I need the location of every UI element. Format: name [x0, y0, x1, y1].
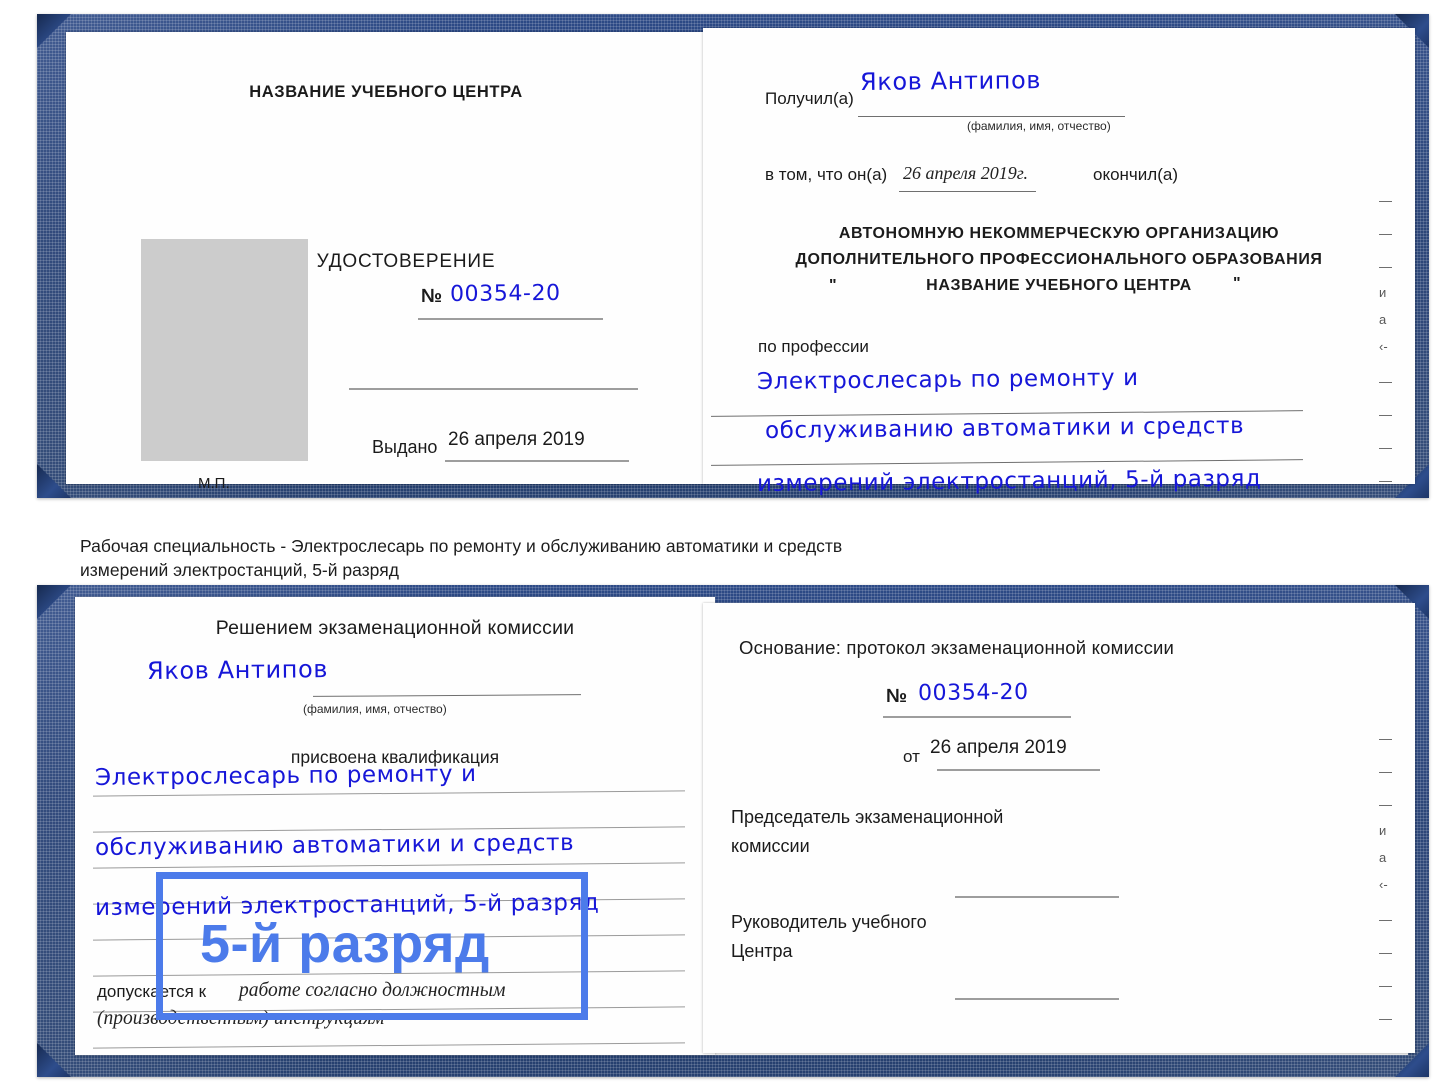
ruled-line	[93, 862, 685, 869]
commission-heading: Решением экзаменационной комиссии	[215, 617, 575, 639]
ruled-line	[93, 790, 685, 797]
certificate-top: НАЗВАНИЕ УЧЕБНОГО ЦЕНТРА УДОСТОВЕРЕНИЕ №…	[37, 14, 1429, 498]
in-that-label-top: в том, что он(а)	[765, 165, 888, 184]
margin-fragment: и	[1379, 285, 1387, 300]
chairman-signature-rule	[955, 896, 1119, 898]
fio-hint-bottom: (фамилия, имя, отчество)	[303, 702, 447, 716]
margin-fragment: ‹-	[1379, 877, 1388, 892]
head-signature-rule	[955, 998, 1119, 1000]
issued-value-top: 26 апреля 2019	[448, 429, 585, 450]
profession-line3-top: измерений электростанций, 5-й разряд	[756, 465, 1262, 497]
protocol-number-rule	[883, 716, 1071, 718]
margin-fragment: —	[1379, 407, 1392, 422]
profession-line2-top: обслуживанию автоматики и средств	[764, 412, 1245, 444]
margin-fragment: —	[1379, 259, 1392, 274]
profession-label-top: по профессии	[758, 337, 869, 356]
org-line2-top: ДОПОЛНИТЕЛЬНОГО ПРОФЕССИОНАЛЬНОГО ОБРАЗО…	[795, 251, 1323, 268]
margin-fragment: —	[1379, 978, 1392, 993]
margin-fragment: —	[1379, 226, 1392, 241]
stamp-label-top: М.П.	[198, 475, 230, 492]
protocol-date-prefix: от	[903, 747, 920, 766]
profession-line1-top: Электрослесарь по ремонту и	[756, 365, 1139, 395]
ruled-line	[93, 1042, 685, 1049]
margin-fragment: —	[1379, 374, 1392, 389]
qualification-line1: Электрослесарь по ремонту и	[94, 761, 477, 791]
margin-fragment: а	[1379, 850, 1387, 865]
margin-fragment: —	[1379, 440, 1392, 455]
finished-label-top: окончил(а)	[1093, 165, 1178, 184]
highlight-label: 5-й разряд	[200, 914, 490, 974]
org-line1-top: АВТОНОМНУЮ НЕКОММЕРЧЕСКУЮ ОРГАНИЗАЦИЮ	[838, 225, 1280, 242]
org-quote-close-top: "	[1233, 275, 1242, 292]
received-label-top: Получил(а)	[765, 89, 854, 108]
margin-fragment: и	[1379, 823, 1387, 838]
blank-rule-top	[349, 388, 638, 390]
issued-rule-top	[445, 460, 629, 462]
margin-fragment: ‹-	[1379, 339, 1388, 354]
qualification-line2: обслуживанию автоматики и средств	[94, 829, 575, 861]
photo-placeholder	[141, 239, 308, 461]
holder-name-rule-bottom	[312, 694, 582, 697]
number-rule-top	[418, 318, 603, 320]
head-line-1: Руководитель учебного	[731, 912, 927, 932]
margin-fragment: а	[1379, 312, 1387, 327]
protocol-number-prefix: №	[886, 686, 908, 707]
margin-fragment: —	[1379, 1011, 1392, 1026]
margin-fragment: —	[1379, 473, 1392, 488]
chairman-line-2: комиссии	[731, 836, 810, 856]
basis-label: Основание: протокол экзаменационной коми…	[739, 637, 1175, 658]
protocol-date-rule	[937, 769, 1100, 771]
received-value-top: Яков Антипов	[859, 66, 1042, 96]
fio-hint-top: (фамилия, имя, отчество)	[967, 119, 1111, 133]
number-prefix-top: №	[421, 286, 443, 307]
protocol-date-value: 26 апреля 2019	[930, 737, 1067, 758]
holder-name-bottom: Яков Антипов	[146, 655, 329, 685]
org-quote-open-top: "	[829, 277, 838, 294]
received-rule-top	[858, 116, 1125, 117]
margin-fragment: —	[1379, 912, 1392, 927]
caption-line-2: измерений электростанций, 5-й разряд	[80, 559, 399, 580]
margin-fragment: —	[1379, 731, 1392, 746]
doc-title-top: УДОСТОВЕРЕНИЕ	[316, 251, 496, 272]
margin-fragment: —	[1379, 945, 1392, 960]
in-that-date-top: 26 апреля 2019г.	[903, 163, 1029, 183]
head-line-2: Центра	[731, 941, 793, 961]
caption-line-1: Рабочая специальность - Электрослесарь п…	[80, 536, 843, 556]
org-name-top: НАЗВАНИЕ УЧЕБНОГО ЦЕНТРА	[926, 277, 1192, 294]
number-value-top: 00354-20	[449, 280, 561, 307]
profession-rule2-top	[711, 459, 1303, 466]
protocol-number-value: 00354-20	[917, 679, 1029, 706]
page-top-left: НАЗВАНИЕ УЧЕБНОГО ЦЕНТРА УДОСТОВЕРЕНИЕ №…	[66, 32, 706, 491]
margin-fragment: —	[1379, 797, 1392, 812]
caption-block: Рабочая специальность - Электрослесарь п…	[80, 535, 1180, 582]
margin-fragment: —	[1379, 764, 1392, 779]
chairman-line-1: Председатель экзаменационной	[731, 807, 1004, 827]
page-top-right: Получил(а) Яков Антипов (фамилия, имя, о…	[703, 28, 1415, 497]
in-that-rule-top	[899, 191, 1036, 192]
margin-fragment: —	[1379, 193, 1392, 208]
training-center-title-top: НАЗВАНИЕ УЧЕБНОГО ЦЕНТРА	[249, 83, 523, 101]
issued-label-top: Выдано	[372, 437, 438, 457]
page-bottom-right: Основание: протокол экзаменационной коми…	[703, 603, 1415, 1053]
